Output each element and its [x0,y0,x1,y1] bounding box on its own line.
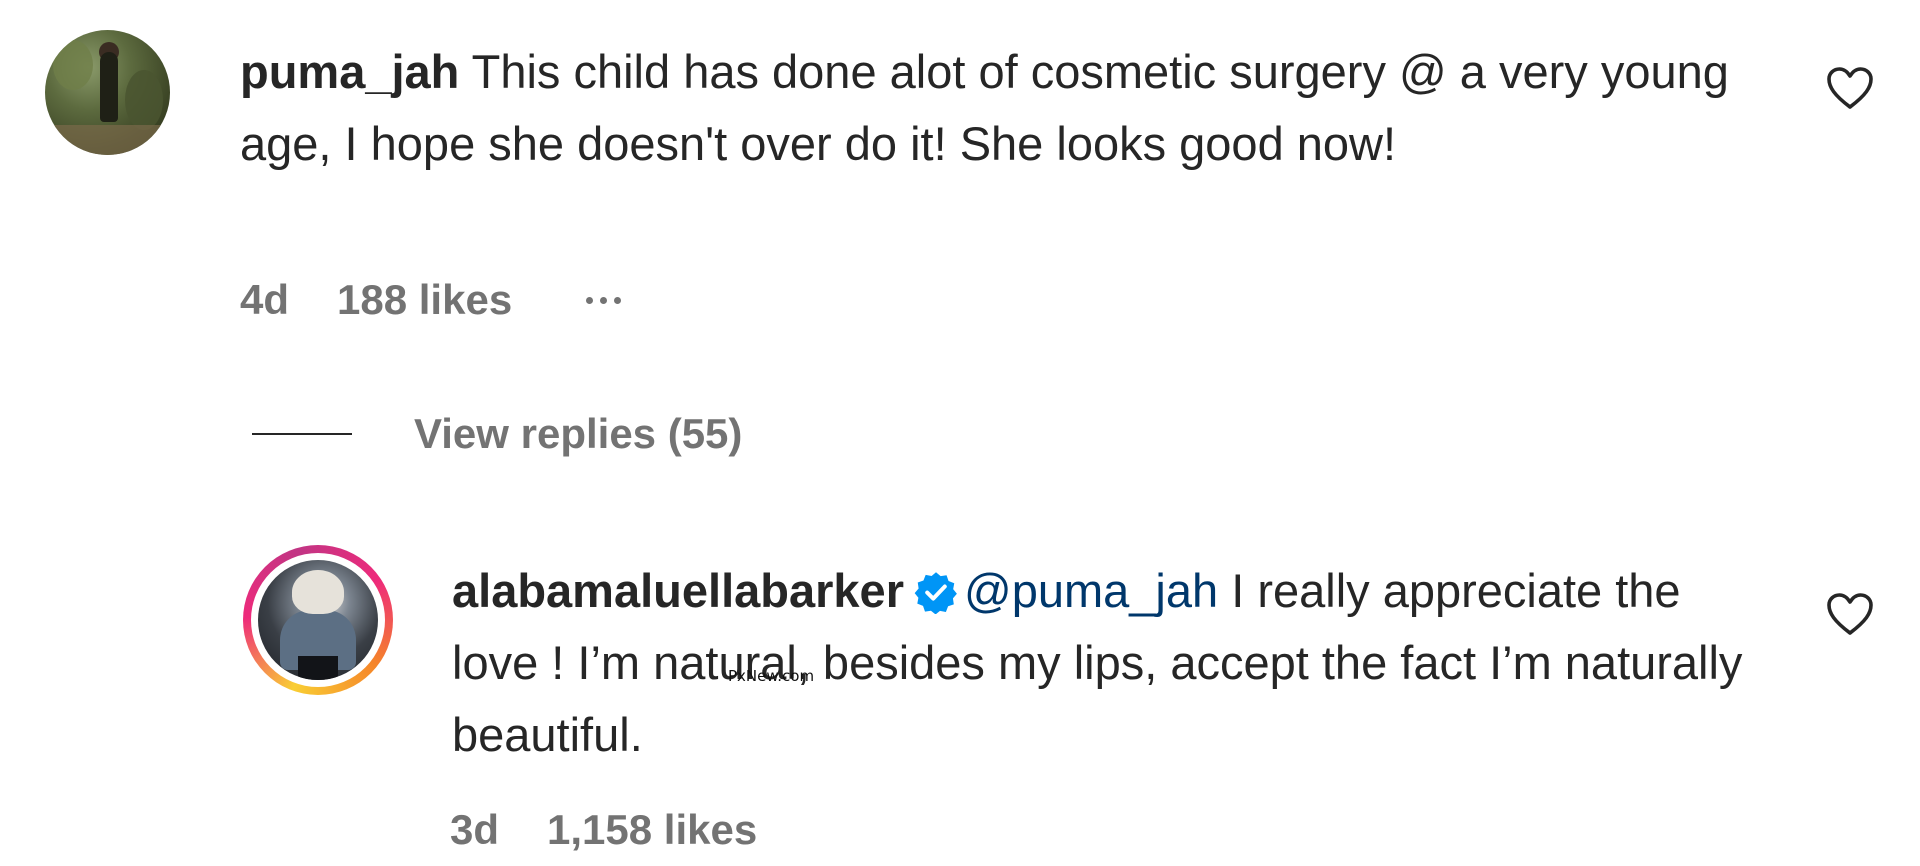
avatar-foliage [125,70,163,130]
heart-outline-icon[interactable] [1826,66,1874,110]
comment-likes[interactable]: 188 likes [337,276,512,324]
reply-meta: 3d 1,158 likes [450,800,831,860]
view-replies-line [252,433,352,435]
story-ring[interactable] [243,545,393,695]
avatar-foliage [53,40,93,90]
comment-text: This child has done alot of cosmetic sur… [240,45,1729,170]
view-replies-label: View replies (55) [414,410,743,457]
avatar-legs [298,656,338,680]
avatar-ground [45,125,170,155]
reply-username[interactable]: alabamaluellabarker [452,564,904,617]
comment-body: puma_jah This child has done alot of cos… [240,36,1780,180]
view-replies-button[interactable]: View replies (55) [252,404,742,464]
comment-meta: 4d 188 likes [240,270,622,330]
reply-likes[interactable]: 1,158 likes [547,806,757,854]
reply-mention[interactable]: @puma_jah [964,564,1218,617]
reply-body: alabamaluellabarker @puma_jah I really a… [452,555,1752,771]
more-horizontal-icon[interactable] [586,296,622,304]
avatar[interactable] [258,560,378,680]
avatar[interactable] [45,30,170,155]
avatar-hair [292,570,344,614]
comment: puma_jah This child has done alot of cos… [0,0,1920,323]
comment-username[interactable]: puma_jah [240,45,459,98]
avatar-figure [100,52,118,122]
verified-badge-icon [914,572,957,614]
comment-age[interactable]: 4d [240,276,289,324]
heart-outline-icon[interactable] [1826,592,1874,636]
watermark: PxNew.com [728,667,815,685]
reply-age[interactable]: 3d [450,806,499,854]
